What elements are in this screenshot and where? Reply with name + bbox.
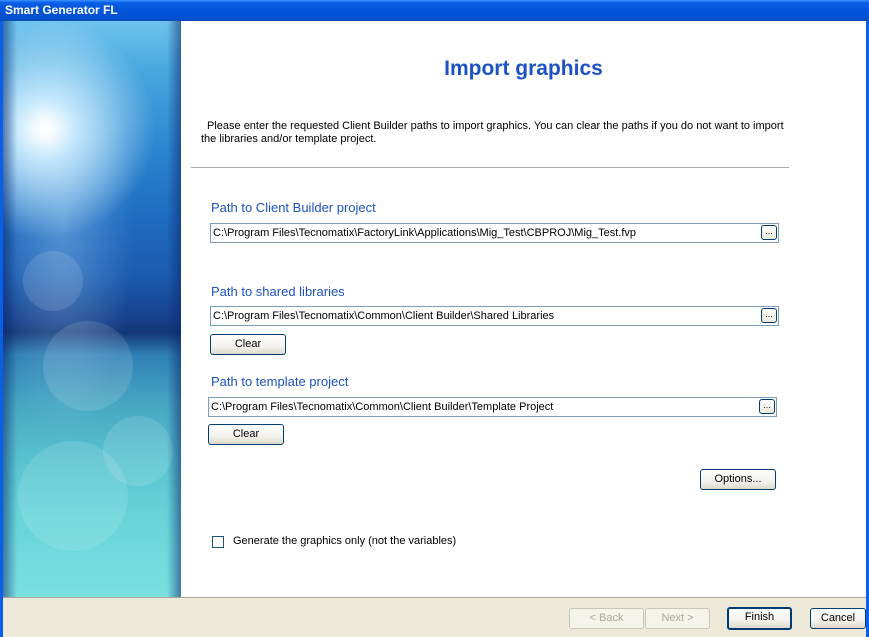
project-path-input[interactable]: C:\Program Files\Tecnomatix\FactoryLink\… xyxy=(210,223,779,243)
wizard-content: Import graphics Please enter the request… xyxy=(181,21,866,597)
wizard-side-image xyxy=(3,21,181,597)
options-button[interactable]: Options... xyxy=(700,469,776,490)
template-path-label: Path to template project xyxy=(211,374,349,389)
cancel-button[interactable]: Cancel xyxy=(810,608,866,629)
graphics-only-checkbox[interactable] xyxy=(212,536,224,548)
back-button[interactable]: < Back xyxy=(569,608,644,629)
libraries-path-input[interactable]: C:\Program Files\Tecnomatix\Common\Clien… xyxy=(210,306,779,326)
libraries-clear-button[interactable]: Clear xyxy=(210,334,286,355)
header-divider xyxy=(191,167,789,169)
page-instructions: Please enter the requested Client Builde… xyxy=(201,120,784,145)
graphics-only-label: Generate the graphics only (not the vari… xyxy=(233,535,457,547)
libraries-browse-button[interactable]: ... xyxy=(761,308,777,323)
project-browse-button[interactable]: ... xyxy=(761,225,777,240)
libraries-path-label: Path to shared libraries xyxy=(211,284,345,299)
finish-button[interactable]: Finish xyxy=(727,607,792,630)
footer-divider xyxy=(3,597,866,598)
project-path-label: Path to Client Builder project xyxy=(211,200,376,215)
template-clear-button[interactable]: Clear xyxy=(208,424,284,445)
page-title: Import graphics xyxy=(444,57,603,80)
template-browse-button[interactable]: ... xyxy=(759,399,775,414)
template-path-input[interactable]: C:\Program Files\Tecnomatix\Common\Clien… xyxy=(208,397,777,417)
window-title: Smart Generator FL xyxy=(0,0,869,21)
next-button[interactable]: Next > xyxy=(645,608,710,629)
